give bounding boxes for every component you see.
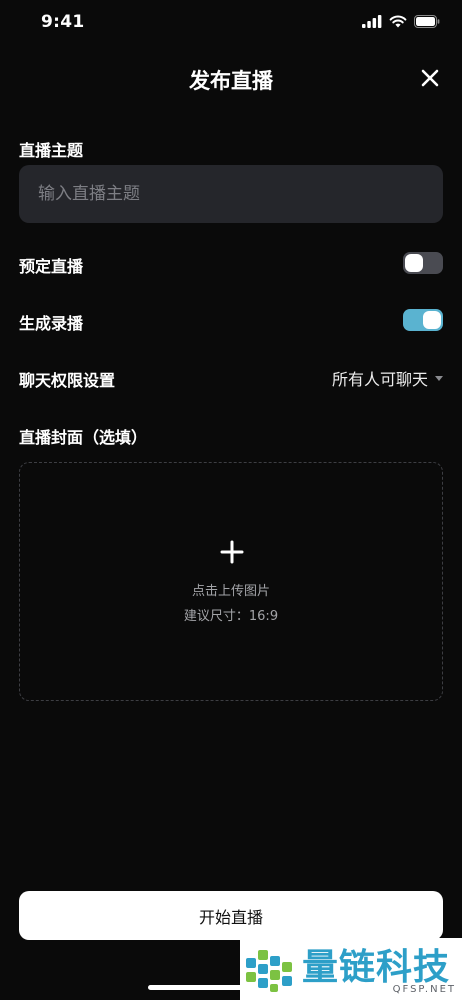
- battery-icon: [414, 15, 440, 28]
- chevron-down-icon: [435, 376, 443, 381]
- generate-replay-label: 生成录播: [19, 314, 84, 333]
- scheduled-live-label: 预定直播: [19, 257, 84, 276]
- chat-permission-select[interactable]: 所有人可聊天: [332, 366, 443, 390]
- cellular-signal-icon: [362, 15, 382, 28]
- close-icon: [421, 69, 439, 87]
- nav-header: 发布直播: [0, 56, 462, 100]
- topic-input[interactable]: [19, 165, 443, 223]
- upload-hint: 点击上传图片: [191, 584, 270, 599]
- watermark-domain: QFSP.NET: [392, 984, 456, 995]
- page-title: 发布直播: [189, 69, 273, 93]
- watermark-name: 量链科技: [302, 947, 451, 988]
- status-time: 9:41: [41, 12, 85, 32]
- chat-permission-label: 聊天权限设置: [19, 371, 116, 390]
- watermark: 量链科技 QFSP.NET: [240, 938, 462, 1000]
- chat-permission-value: 所有人可聊天: [331, 370, 428, 389]
- scheduled-live-toggle[interactable]: [403, 252, 443, 274]
- toggle-knob: [405, 254, 423, 272]
- status-bar: 9:41: [0, 0, 462, 48]
- toggle-knob: [423, 311, 441, 329]
- watermark-logo-icon: [246, 950, 292, 992]
- start-live-button[interactable]: 开始直播: [19, 891, 443, 940]
- wifi-icon: [389, 15, 407, 28]
- cover-label: 直播封面（选填）: [19, 428, 148, 447]
- generate-replay-toggle[interactable]: [403, 309, 443, 331]
- size-hint: 建议尺寸：16:9: [183, 609, 279, 624]
- cover-upload-area[interactable]: 点击上传图片 建议尺寸：16:9: [19, 462, 443, 701]
- plus-icon: [220, 540, 244, 564]
- topic-label: 直播主题: [19, 141, 84, 160]
- close-button[interactable]: [416, 64, 444, 92]
- status-icons: [362, 15, 440, 28]
